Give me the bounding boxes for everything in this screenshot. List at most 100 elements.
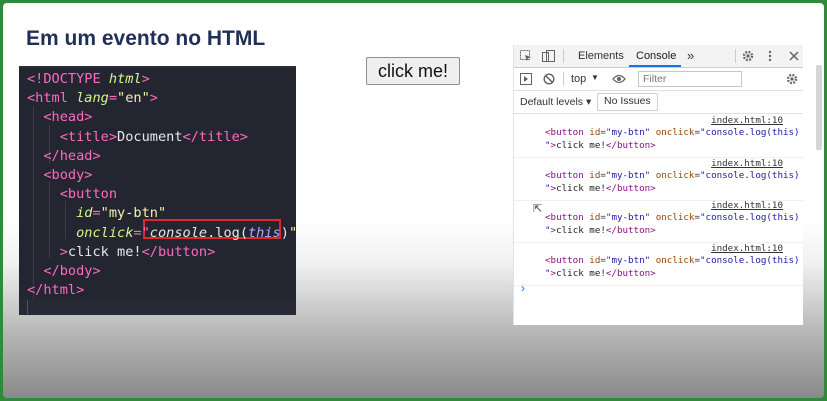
code-token: Document (117, 128, 183, 145)
code-token: .log( (207, 224, 248, 241)
source-link[interactable]: index.html:10 (711, 200, 783, 211)
console-entry[interactable]: index.html:10 <button id="my-btn" onclick… (513, 200, 803, 243)
code-line: <title>Document</title> (27, 128, 248, 147)
code-token: id (76, 205, 93, 222)
code-line: <body> (27, 166, 92, 185)
console-entry[interactable]: index.html:10 <button id="my-btn" onclick… (513, 158, 803, 201)
code-line: onclick="console.log(this)" (27, 224, 296, 243)
code-token: </button> (141, 243, 216, 260)
code-token: <head> (27, 109, 93, 126)
token: onclick (655, 127, 695, 138)
code-token: =" (133, 224, 150, 241)
mouse-cursor-icon: ⇱ (533, 203, 543, 215)
source-link[interactable]: index.html:10 (711, 243, 783, 254)
console-prompt-icon[interactable]: › (521, 281, 525, 295)
code-token: <button (27, 186, 118, 203)
code-token: this (248, 224, 281, 241)
devtools-tabbar: Elements Console » (513, 45, 803, 68)
more-tabs-icon[interactable]: » (687, 48, 694, 63)
click-me-button[interactable]: click me! (366, 57, 460, 85)
logged-element-line1: <button id="my-btn" onclick="console.log… (545, 169, 800, 181)
page-scrollbar[interactable] (816, 65, 822, 150)
logged-element-line1: <button id="my-btn" onclick="console.log… (545, 254, 800, 266)
levels-label: Default levels (520, 96, 584, 108)
token: id (589, 127, 601, 138)
inspect-element-icon[interactable] (519, 49, 533, 63)
token: "my-btn" (605, 169, 651, 181)
code-token: <html (27, 90, 77, 107)
token: click me! (556, 182, 606, 194)
token: "console.log(this) (700, 254, 800, 266)
toolbar-separator (563, 72, 564, 86)
token: <button (545, 212, 584, 223)
token: </button> (605, 225, 656, 236)
code-token: > (141, 71, 150, 87)
active-tab-indicator (629, 65, 681, 67)
chevron-down-icon[interactable]: ▼ (591, 73, 599, 82)
logged-element-line2: ">click me!</button> (545, 140, 656, 151)
code-token: lang (76, 90, 109, 107)
clear-console-icon[interactable] (542, 72, 556, 86)
code-token: html (108, 71, 142, 87)
live-expression-icon[interactable] (611, 72, 627, 86)
token: "console.log(this) (700, 212, 800, 223)
close-icon[interactable] (787, 49, 801, 63)
source-link[interactable]: index.html:10 (711, 158, 783, 169)
code-token: ) (280, 224, 289, 241)
logged-element-line2: ">click me!</button> (545, 225, 656, 236)
sidebar-toggle-icon[interactable] (519, 72, 533, 86)
token: "my-btn" (605, 127, 651, 138)
code-panel: <!DOCTYPE html> <html lang="en"> <head> <… (19, 66, 296, 315)
code-token: click me! (67, 243, 142, 260)
token: onclick (655, 212, 695, 223)
console-entry[interactable]: index.html:10 <button id="my-btn" onclick… (513, 243, 803, 286)
code-token: = (108, 90, 118, 107)
code-token: onclick (76, 224, 134, 241)
token: "my-btn" (605, 212, 651, 223)
context-select[interactable]: top (571, 73, 586, 85)
console-toolbar: top ▼ Filter (513, 68, 803, 91)
gear-icon[interactable] (741, 49, 755, 63)
kebab-menu-icon[interactable] (765, 49, 775, 63)
logged-element-line2: ">click me!</button> (545, 268, 656, 279)
code-token: </head> (27, 147, 101, 164)
code-line: <head> (27, 108, 92, 127)
token: click me! (556, 225, 606, 236)
source-link[interactable]: index.html:10 (711, 115, 783, 126)
tab-console[interactable]: Console (636, 50, 676, 62)
tab-elements[interactable]: Elements (578, 50, 624, 62)
code-token: > (149, 90, 158, 107)
logged-element-line1: <button id="my-btn" onclick="console.log… (545, 127, 800, 138)
token: onclick (655, 169, 695, 181)
token: id (589, 254, 601, 266)
cursor-line (27, 300, 28, 314)
code-line: >click me!</button> (27, 243, 216, 262)
console-levels-bar: Default levels ▾ No Issues (513, 91, 803, 114)
logged-element-line1: <button id="my-btn" onclick="console.log… (545, 212, 800, 223)
token: "console.log(this) (700, 169, 800, 181)
logged-element-line2: ">click me!</button> (545, 183, 656, 194)
toolbar-separator (735, 49, 736, 63)
issues-button[interactable]: No Issues (597, 93, 658, 111)
code-token: " (289, 225, 296, 241)
devtools-panel: Elements Console » top ▼ Filter Default … (513, 45, 803, 325)
slide-title: Em um evento no HTML (26, 27, 266, 50)
token: </button> (605, 267, 656, 279)
token: id (589, 212, 601, 223)
default-levels-dropdown[interactable]: Default levels ▾ (520, 96, 591, 108)
code-footer (19, 299, 296, 315)
code-token: <title> (27, 128, 118, 145)
token: click me! (556, 267, 606, 279)
code-line: </html> (27, 281, 84, 300)
code-token: </title> (182, 128, 248, 145)
device-toolbar-icon[interactable] (541, 49, 555, 63)
token: onclick (655, 254, 695, 266)
code-token: <body> (27, 167, 93, 183)
console-entry[interactable]: index.html:10 <button id="my-btn" onclick… (513, 115, 803, 158)
code-line: </head> (27, 147, 101, 166)
token: "my-btn" (605, 254, 651, 266)
console-settings-icon[interactable] (785, 72, 799, 86)
filter-input[interactable]: Filter (638, 71, 742, 87)
